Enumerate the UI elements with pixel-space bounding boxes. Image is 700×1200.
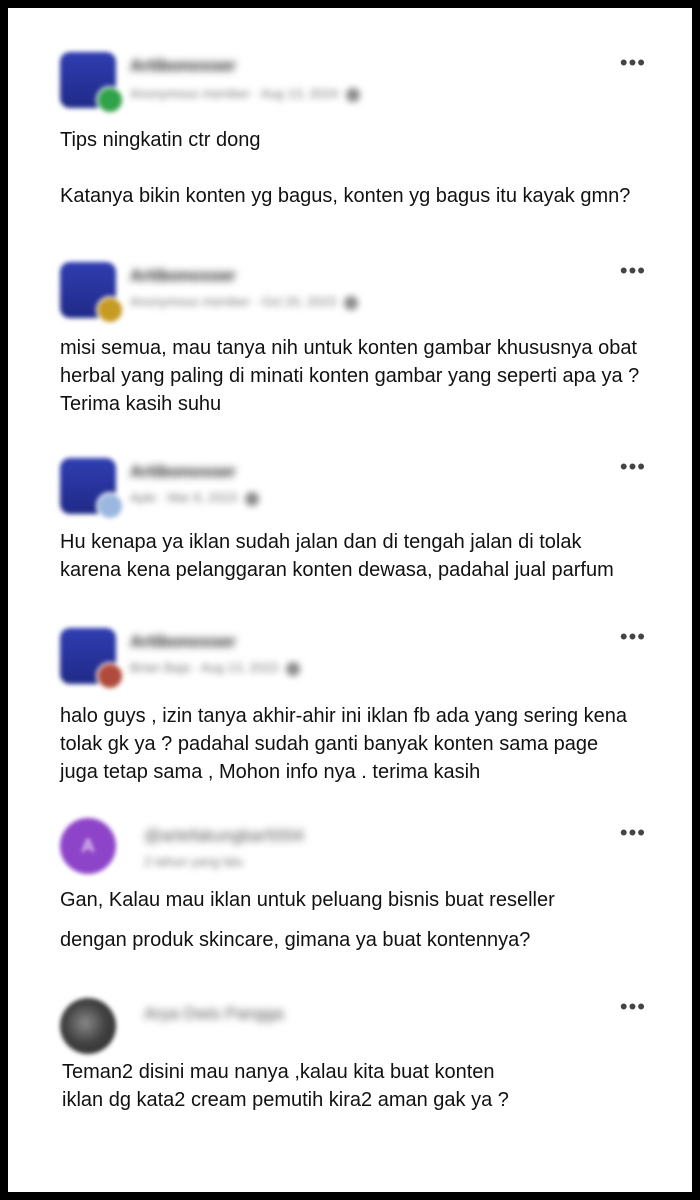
post-meta-text: Brian Baja · Aug 13, 2023 bbox=[130, 660, 279, 675]
group-avatar[interactable] bbox=[60, 262, 124, 324]
post-meta: Aple · Mar 8, 2023 bbox=[130, 490, 259, 506]
post-meta: Anonymous member · Aug 13, 2024 bbox=[130, 86, 361, 102]
author-name[interactable]: @artefakungbar5004 bbox=[144, 826, 304, 846]
group-avatar[interactable] bbox=[60, 458, 124, 520]
more-options-icon[interactable]: ••• bbox=[620, 456, 646, 478]
author-name[interactable]: Arya Dwis Pangga bbox=[144, 1004, 284, 1024]
group-avatar[interactable] bbox=[60, 52, 124, 114]
post-text: halo guys , izin tanya akhir-ahir ini ik… bbox=[60, 705, 627, 783]
post-meta-text: Aple · Mar 8, 2023 bbox=[130, 490, 237, 505]
more-options-icon[interactable]: ••• bbox=[620, 52, 646, 74]
globe-icon bbox=[343, 295, 358, 310]
member-badge-icon bbox=[96, 662, 124, 690]
post-meta: Anonymous member · Oct 20, 2023 bbox=[130, 294, 358, 310]
more-options-icon[interactable]: ••• bbox=[620, 996, 646, 1018]
comments-feed: Artibonosser Anonymous member · Aug 13, … bbox=[8, 8, 692, 1192]
globe-icon bbox=[244, 491, 259, 506]
post-meta-text: Anonymous member · Oct 20, 2023 bbox=[130, 294, 336, 309]
user-avatar[interactable] bbox=[60, 998, 116, 1054]
member-badge-icon bbox=[96, 492, 124, 520]
post-text: Teman2 disini mau nanya ,kalau kita buat… bbox=[62, 1061, 509, 1111]
avatar-letter: A bbox=[81, 835, 94, 856]
author-name[interactable]: Artibonosser bbox=[130, 462, 236, 482]
post-meta: Brian Baja · Aug 13, 2023 bbox=[130, 660, 301, 676]
more-options-icon[interactable]: ••• bbox=[620, 626, 646, 648]
globe-icon bbox=[346, 87, 361, 102]
post-text: Gan, Kalau mau iklan untuk peluang bisni… bbox=[60, 889, 555, 951]
post-text: Tips ningkatin ctr dong Katanya bikin ko… bbox=[60, 129, 631, 207]
author-name[interactable]: Artibonosser bbox=[130, 266, 236, 286]
user-avatar[interactable]: A bbox=[60, 818, 116, 874]
post-text: misi semua, mau tanya nih untuk konten g… bbox=[60, 337, 640, 415]
globe-icon bbox=[286, 661, 301, 676]
member-badge-icon bbox=[96, 296, 124, 324]
post-meta-text: Anonymous member · Aug 13, 2024 bbox=[130, 86, 339, 101]
group-avatar[interactable] bbox=[60, 628, 124, 690]
member-badge-icon bbox=[96, 86, 124, 114]
author-name[interactable]: Artibonosser bbox=[130, 632, 236, 652]
post-text: Hu kenapa ya iklan sudah jalan dan di te… bbox=[60, 531, 614, 581]
more-options-icon[interactable]: ••• bbox=[620, 260, 646, 282]
post-meta: 2 tahun yang lalu bbox=[144, 854, 244, 869]
more-options-icon[interactable]: ••• bbox=[620, 822, 646, 844]
author-name[interactable]: Artibonosser bbox=[130, 56, 236, 76]
